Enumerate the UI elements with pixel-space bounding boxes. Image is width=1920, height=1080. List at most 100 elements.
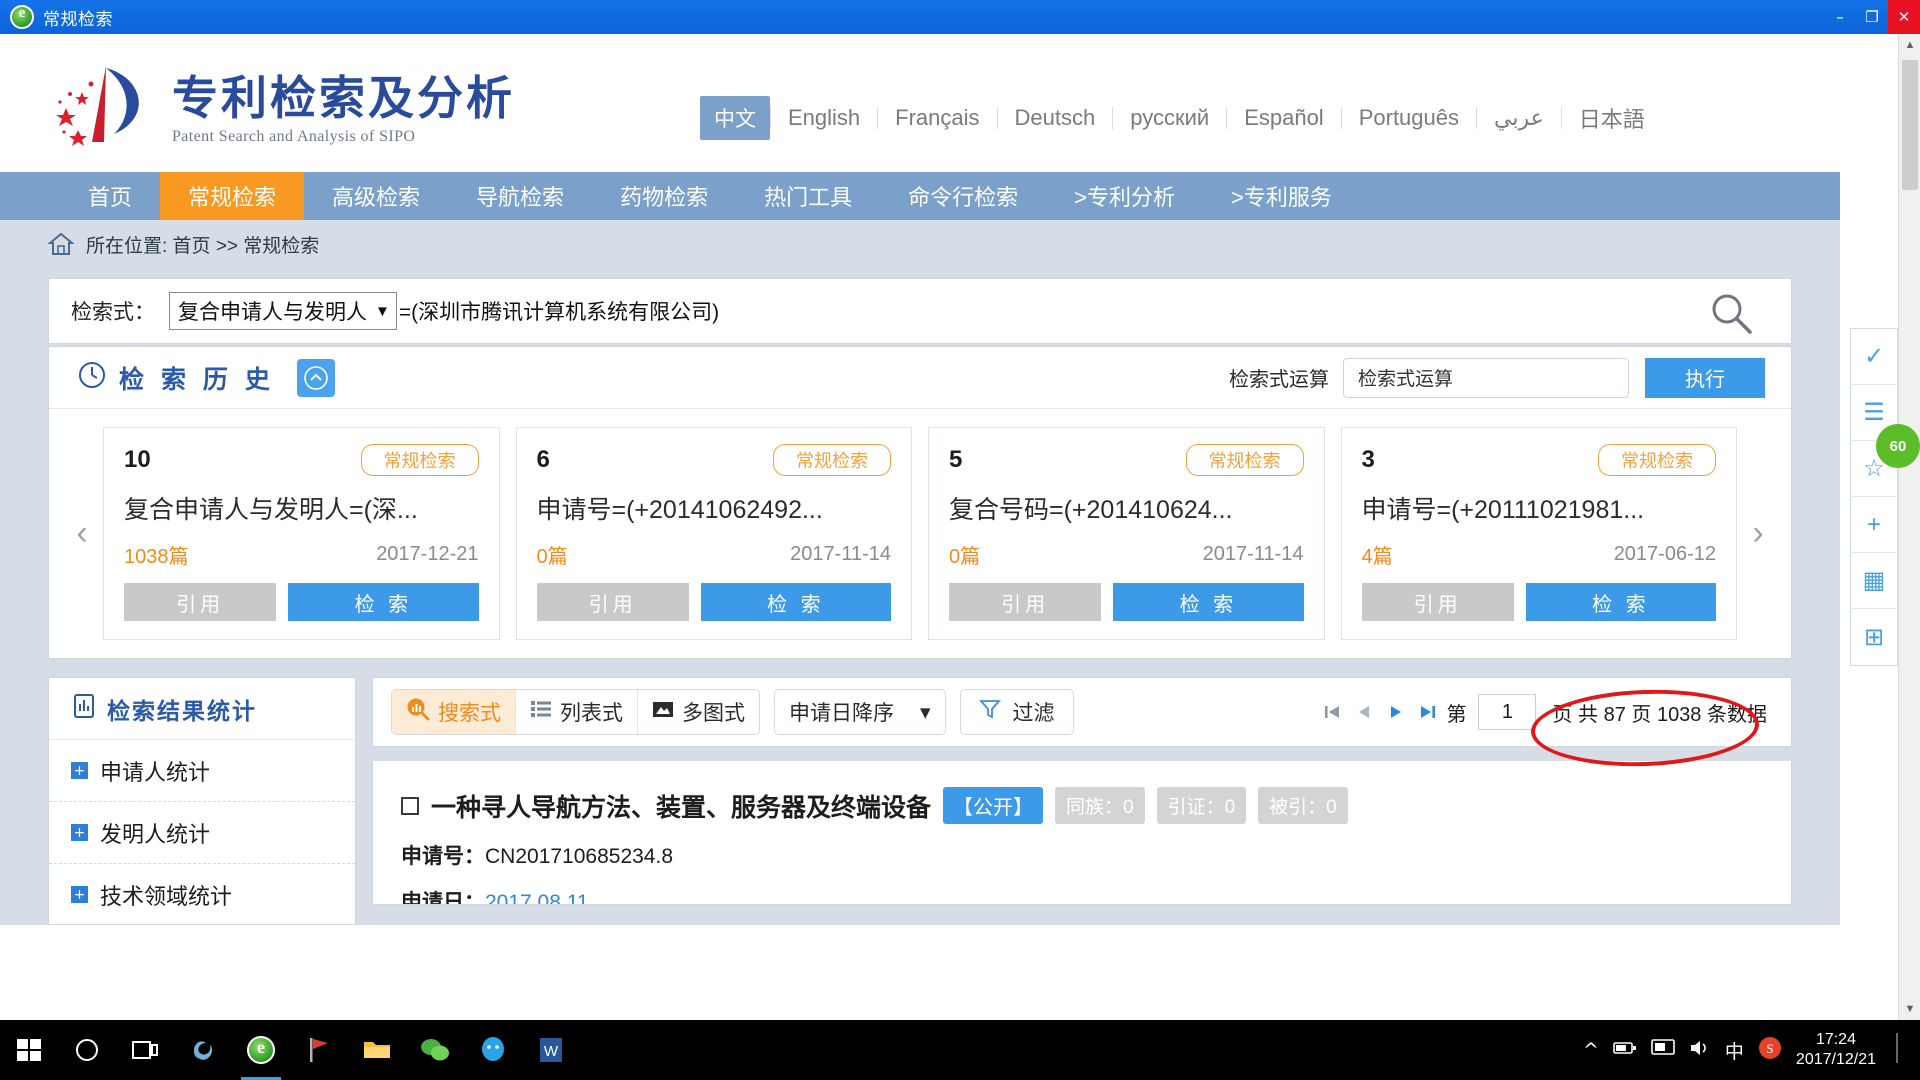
search-button[interactable]: 检 索 <box>1525 583 1716 621</box>
lang-ru[interactable]: русский <box>1113 100 1226 136</box>
history-prev-button[interactable]: ‹ <box>61 514 103 553</box>
first-page-icon[interactable] <box>1318 702 1346 722</box>
maximize-button[interactable]: ❐ <box>1856 0 1888 34</box>
minimize-button[interactable]: – <box>1824 0 1856 34</box>
history-card-top: 6 常规检索 <box>537 444 891 476</box>
taskbar-browser-e-icon[interactable]: e <box>232 1020 290 1080</box>
qq-icon[interactable] <box>464 1020 522 1080</box>
scroll-up-icon[interactable]: ▲ <box>1899 34 1920 56</box>
lang-pt[interactable]: Português <box>1342 100 1476 136</box>
view-mode-list[interactable]: 列表式 <box>516 690 638 734</box>
lang-de[interactable]: Deutsch <box>998 100 1113 136</box>
lang-fr[interactable]: Français <box>878 100 996 136</box>
display-icon[interactable] <box>1651 1038 1675 1062</box>
sidebar-item-tech-field-stats[interactable]: + 技术领域统计 <box>49 864 355 924</box>
magnifier-icon[interactable] <box>1707 289 1755 342</box>
lang-zh[interactable]: 中文 <box>700 96 770 140</box>
nav-item-regular-search[interactable]: 常规检索 <box>160 172 305 220</box>
history-card[interactable]: 3 常规检索 申请号=(+20111021981... 4篇 2017-06-1… <box>1340 427 1737 640</box>
lang-ar[interactable]: عربي <box>1477 100 1561 136</box>
cortana-search-icon[interactable] <box>58 1020 116 1080</box>
history-card-top: 5 常规检索 <box>949 444 1304 476</box>
lang-es[interactable]: Español <box>1227 100 1341 136</box>
view-mode-images[interactable]: 多图式 <box>638 690 759 734</box>
tray-chevron-icon[interactable]: ^ <box>1583 1039 1599 1061</box>
sort-select[interactable]: 申请日降序 ▾ <box>774 689 946 735</box>
nav-item-navigation-search[interactable]: 导航检索 <box>448 172 592 220</box>
ime-indicator[interactable]: 中 <box>1725 1037 1744 1064</box>
nav-item-drug-search[interactable]: 药物检索 <box>592 172 736 220</box>
scroll-down-icon[interactable]: ▼ <box>1899 998 1920 1020</box>
history-card-meta: 1038篇 2017-12-21 <box>124 540 479 569</box>
sort-value: 申请日降序 <box>789 702 894 725</box>
history-card[interactable]: 5 常规检索 复合号码=(+201410624... 0篇 2017-11-14… <box>928 427 1325 640</box>
home-icon[interactable] <box>48 232 74 256</box>
nav-item-home[interactable]: 首页 <box>60 172 160 220</box>
close-button[interactable]: ✕ <box>1888 0 1920 34</box>
lang-en[interactable]: English <box>771 100 877 136</box>
prev-page-icon[interactable] <box>1350 702 1378 722</box>
history-card[interactable]: 6 常规检索 申请号=(+20141062492... 0篇 2017-11-1… <box>515 427 912 640</box>
nav-item-patent-services[interactable]: >专利服务 <box>1203 172 1360 220</box>
chevron-up-icon[interactable] <box>296 358 335 397</box>
taskbar-clock[interactable]: 17:24 2017/12/21 <box>1796 1030 1876 1070</box>
wechat-icon[interactable] <box>406 1020 464 1080</box>
screen: 常规检索 – ❐ ✕ ▲ ▼ <box>0 0 1920 1080</box>
execute-button[interactable]: 执行 <box>1645 357 1765 398</box>
filter-button[interactable]: 过滤 <box>959 689 1074 735</box>
search-button[interactable]: 检 索 <box>700 583 891 621</box>
result-checkbox[interactable] <box>401 796 419 815</box>
svg-text:S: S <box>1766 1041 1773 1056</box>
add-box-icon[interactable]: ⊞ <box>1851 609 1897 665</box>
show-desktop-icon[interactable] <box>1890 1031 1906 1070</box>
nav-item-patent-analysis[interactable]: >专利分析 <box>1046 172 1203 220</box>
view-mode-expression[interactable]: 搜索式 <box>392 690 516 734</box>
file-explorer-icon[interactable] <box>348 1020 406 1080</box>
site-logo[interactable]: 专利检索及分析 Patent Search and Analysis of SI… <box>48 64 515 148</box>
volume-icon[interactable] <box>1689 1039 1711 1062</box>
cite-button[interactable]: 引用 <box>124 583 277 621</box>
cite-button[interactable]: 引用 <box>536 583 689 621</box>
app-blue-swirl-icon[interactable] <box>174 1020 232 1080</box>
document-icon[interactable]: ▦ <box>1851 553 1897 609</box>
result-title[interactable]: 一种寻人导航方法、装置、服务器及终端设备 <box>431 788 931 824</box>
nav-item-command-search[interactable]: 命令行检索 <box>880 172 1046 220</box>
history-card[interactable]: 10 常规检索 复合申请人与发明人=(深... 1038篇 2017-12-21… <box>103 427 500 640</box>
notification-badge[interactable]: 60 <box>1876 424 1920 468</box>
last-page-icon[interactable] <box>1414 702 1442 722</box>
expression-op-input[interactable]: 检索式运算 <box>1343 357 1629 398</box>
plus-icon[interactable]: + <box>1851 497 1897 553</box>
search-field-select[interactable]: 复合申请人与发明人 ▼ <box>169 292 397 330</box>
sidebar-item-inventor-stats[interactable]: + 发明人统计 <box>49 802 355 864</box>
history-card-actions: 引用 检 索 <box>536 583 891 621</box>
application-date-value[interactable]: 2017.08.11 <box>485 891 589 904</box>
search-button[interactable]: 检 索 <box>1113 583 1304 621</box>
nav-item-hot-tools[interactable]: 热门工具 <box>736 172 880 220</box>
search-button[interactable]: 检 索 <box>288 583 479 621</box>
search-expression-value[interactable]: =(深圳市腾讯计算机系统有限公司) <box>399 296 719 326</box>
cite-button[interactable]: 引用 <box>1361 583 1514 621</box>
next-page-icon[interactable] <box>1382 702 1410 722</box>
vertical-scrollbar[interactable]: ▲ ▼ <box>1898 34 1920 1020</box>
windows-start-icon[interactable] <box>0 1020 58 1080</box>
sogou-icon[interactable]: S <box>1758 1036 1782 1065</box>
cite-button[interactable]: 引用 <box>949 583 1102 621</box>
scrollbar-thumb[interactable] <box>1902 60 1918 190</box>
history-next-button[interactable]: › <box>1737 514 1779 553</box>
page-number-input[interactable]: 1 <box>1478 694 1537 730</box>
family-badge[interactable]: 同族：0 <box>1055 787 1145 824</box>
history-card-date: 2017-12-21 <box>376 543 479 565</box>
search-history-title: 检 索 历 史 <box>119 365 275 394</box>
clock-date: 2017/12/21 <box>1795 1051 1876 1068</box>
search-bar-region: 检索式： 复合申请人与发明人 ▼ =(深圳市腾讯计算机系统有限公司) <box>0 268 1840 346</box>
app-red-flag-icon[interactable] <box>290 1020 348 1080</box>
task-view-icon[interactable] <box>116 1020 174 1080</box>
battery-icon[interactable] <box>1613 1040 1637 1061</box>
cited-by-badge[interactable]: 被引：0 <box>1258 787 1348 824</box>
check-icon[interactable]: ✓ <box>1851 329 1897 385</box>
nav-item-advanced-search[interactable]: 高级检索 <box>304 172 448 220</box>
lang-ja[interactable]: 日本語 <box>1562 97 1662 139</box>
word-icon[interactable]: W <box>522 1020 580 1080</box>
citation-badge[interactable]: 引证：0 <box>1156 787 1247 824</box>
sidebar-item-applicant-stats[interactable]: + 申请人统计 <box>49 740 355 802</box>
